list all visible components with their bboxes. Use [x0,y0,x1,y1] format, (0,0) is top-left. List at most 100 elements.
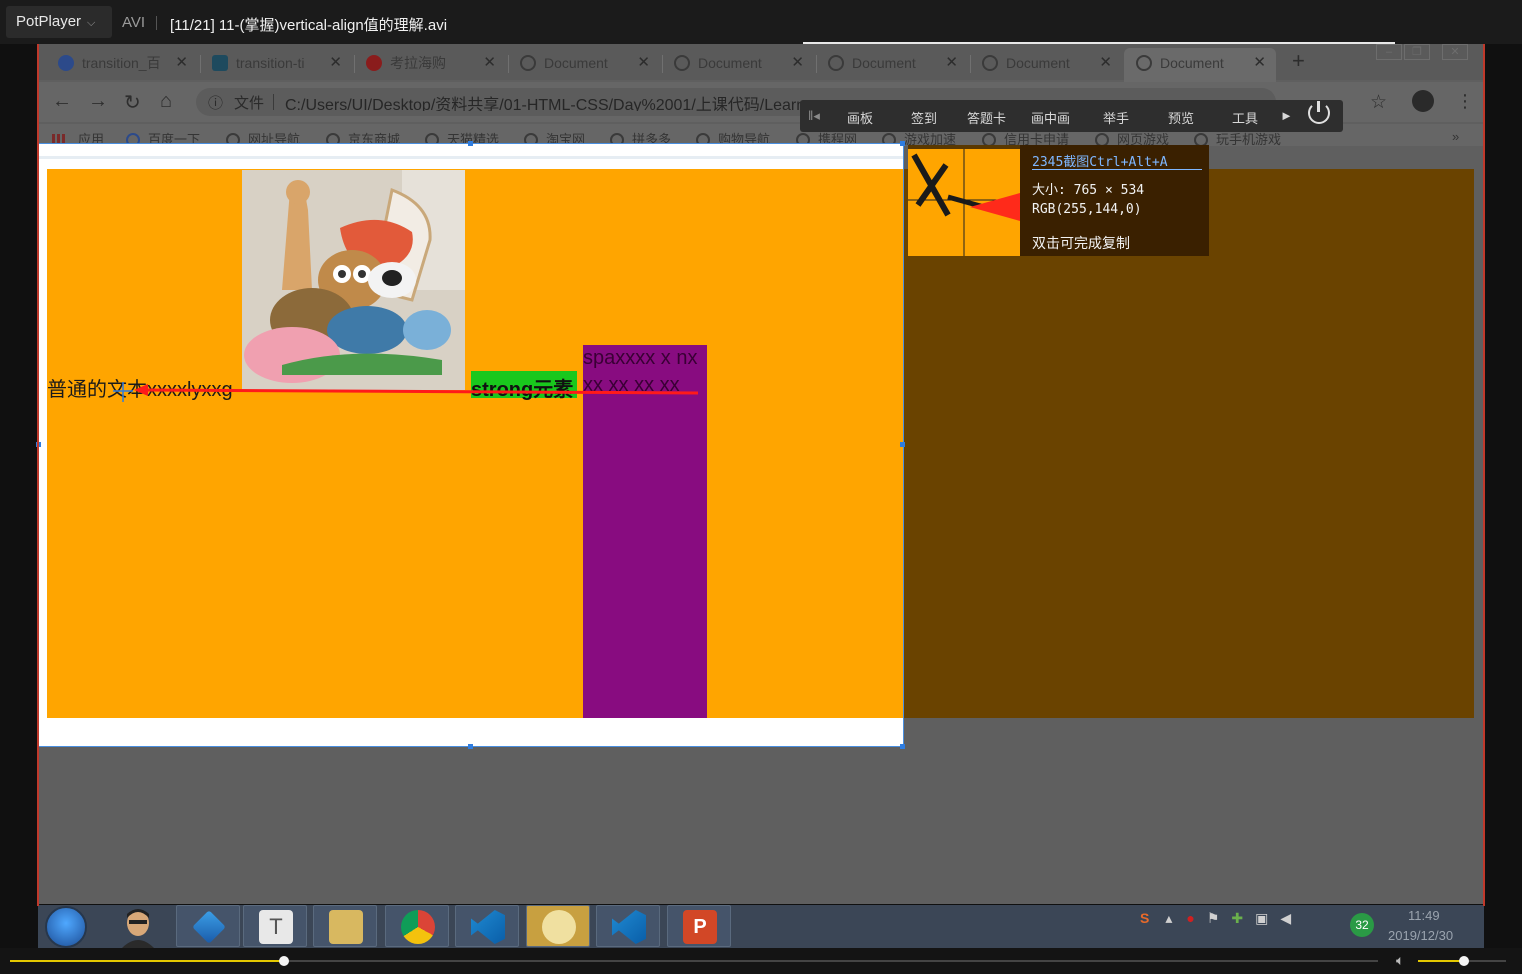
minimize-icon[interactable]: – [1376,44,1402,60]
toolbar-item-preview[interactable]: 预览 [1168,108,1194,127]
maximize-icon[interactable]: ❐ [1404,44,1430,60]
browser-tab-5[interactable]: Document ✕ [674,50,810,78]
toolbar-item-tools[interactable]: 工具 [1232,108,1258,127]
clock-time[interactable]: 11:49 [1408,908,1440,923]
tab-label: transition-ti [236,55,305,71]
new-tab-button[interactable]: + [1292,48,1305,74]
reload-icon[interactable]: ↻ [124,90,141,115]
toys-image [242,170,465,390]
browser-tab-3[interactable]: 考拉海购 ✕ [366,50,502,78]
globe-icon [674,55,690,72]
taskbar-app-vscode[interactable] [455,905,519,947]
selection-handle[interactable] [468,141,473,146]
bookmarks-more-button[interactable]: » [1452,129,1459,144]
tray-expand-icon[interactable]: ▴ [1165,910,1172,926]
tab-label: Document [698,55,762,71]
seek-handle[interactable] [278,956,289,966]
frame-border-left [37,44,39,906]
globe-icon [520,55,536,72]
url-text[interactable]: C:/Users/UI/Desktop/资料共享/01-HTML-CSS/Day… [285,91,805,111]
start-button[interactable] [45,906,87,948]
bird-icon [212,55,228,72]
back-icon[interactable]: ← [52,90,72,113]
orange-container [47,169,903,718]
vscode-icon [471,910,505,944]
browser-tab-2[interactable]: transition-ti ✕ [212,50,348,78]
close-icon[interactable]: ✕ [945,50,958,76]
profile-icon[interactable] [1412,90,1434,112]
info-icon[interactable]: ⓘ [208,92,223,113]
tab-label: Document [852,55,916,71]
bookmark-label: 玩手机游戏 [1216,132,1282,147]
browser-tab-8-active[interactable]: Document ✕ [1136,50,1272,78]
kebab-menu-icon[interactable]: ⋮ [1456,91,1474,112]
taskbar-app-vscode-2[interactable] [596,905,660,947]
browser-tab-7[interactable]: Document ✕ [982,50,1118,78]
globe-icon [982,55,998,72]
magnifier-pixels [908,145,1020,256]
selection-handle[interactable] [900,744,905,749]
selection-handle[interactable] [900,141,905,146]
volume-handle[interactable] [1458,956,1469,966]
globe-icon [1136,55,1152,72]
chrome-icon [401,910,435,944]
toolbar-item-pip[interactable]: 画中画 [1031,108,1070,127]
chevron-down-icon: ⌵ [87,17,96,29]
tab-separator [200,55,201,73]
network-icon[interactable]: ▣ [1255,910,1268,926]
speaker-icon[interactable]: 🔈︎ [1396,952,1404,969]
close-icon[interactable]: ✕ [1099,50,1112,76]
globe-icon [828,55,844,72]
avatar-icon [118,906,158,948]
clock-date[interactable]: 2019/12/30 [1388,928,1453,943]
tray-shield-icon[interactable]: ✚ [1231,910,1243,926]
taskbar-app-player[interactable] [176,905,240,947]
vscode-icon [612,910,646,944]
toolbar-item-raise-hand[interactable]: 举手 [1103,108,1129,127]
toolbar-item-answer-card[interactable]: 答题卡 [967,108,1006,127]
tray-badge[interactable]: 32 [1350,913,1374,937]
tab-separator [662,55,663,73]
toolbar-item-whiteboard[interactable]: 画板 [847,108,873,127]
taskbar-app-notepad[interactable] [526,905,590,947]
star-icon[interactable]: ☆ [1370,91,1387,114]
selection-handle[interactable] [468,744,473,749]
notepad-icon [542,910,576,944]
player-app-name: PotPlayer [16,13,82,30]
avatar[interactable] [118,906,158,948]
close-icon[interactable]: ✕ [329,50,342,76]
tab-label: Document [544,55,608,71]
toolbar-arrow-icon[interactable]: ► [1280,108,1293,123]
play-icon [192,910,226,944]
video-format-label: AVI [122,14,146,31]
close-icon[interactable]: ✕ [637,50,650,76]
browser-tab-1[interactable]: transition_百 ✕ [58,50,194,78]
taskbar-app-typora[interactable]: T [243,905,307,947]
taskbar-app-powerpoint[interactable]: P [667,905,731,947]
close-icon[interactable]: ✕ [791,50,804,76]
window-close-icon[interactable]: ✕ [1442,44,1468,60]
toolbar-collapse-icon[interactable]: ‖◂ [808,108,820,124]
floating-toolbar [800,100,1343,132]
close-icon[interactable]: ✕ [483,50,496,76]
browser-tab-6[interactable]: Document ✕ [828,50,964,78]
action-center-icon[interactable]: ⚑ [1207,910,1220,926]
tab-separator [970,55,971,73]
capture-size-label: 大小: 765 × 534 [1032,183,1145,198]
player-menu-button[interactable]: PotPlayer ⌵ [6,6,112,38]
toys-illustration [242,170,465,390]
browser-tab-4[interactable]: Document ✕ [520,50,656,78]
tray-app-icon[interactable]: ● [1186,910,1194,926]
home-icon[interactable]: ⌂ [160,90,172,113]
tab-separator [816,55,817,73]
selection-handle[interactable] [900,442,905,447]
volume-icon[interactable]: ◀ [1280,910,1291,926]
taskbar-app-explorer[interactable] [313,905,377,947]
taskbar-app-chrome[interactable] [385,905,449,947]
close-icon[interactable]: ✕ [1253,50,1266,76]
sogou-ime-icon[interactable]: S [1140,910,1149,926]
close-icon[interactable]: ✕ [175,50,188,76]
forward-icon[interactable]: → [88,90,108,113]
toolbar-item-checkin[interactable]: 签到 [911,108,937,127]
koala-icon [366,55,382,72]
